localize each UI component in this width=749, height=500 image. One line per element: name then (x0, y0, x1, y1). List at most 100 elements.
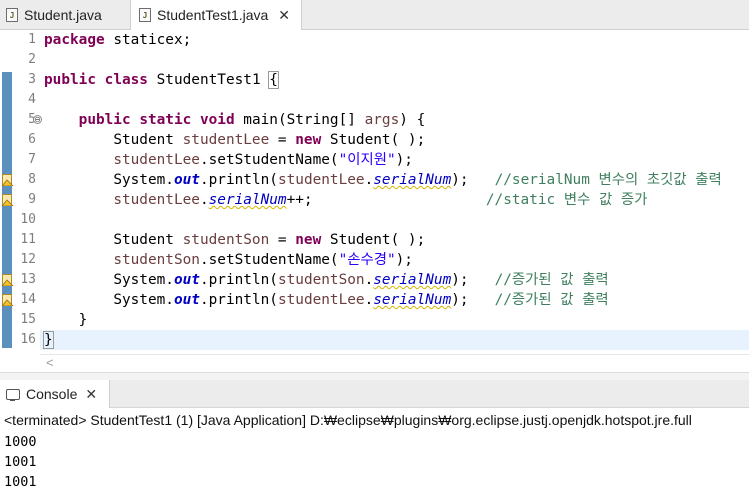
code-text: ++; (286, 192, 313, 208)
code-text: .println( (199, 272, 278, 288)
console-status: <terminated> StudentTest1 (1) [Java Appl… (4, 412, 692, 428)
tab-console[interactable]: Console ✕ (0, 380, 110, 408)
code-text: . (364, 272, 374, 288)
comment: //증가된 값 출력 (494, 292, 609, 308)
line-number: 1 (28, 32, 36, 47)
keyword: new (295, 132, 322, 148)
keyword: public (44, 72, 96, 88)
code-line-16: } (43, 330, 54, 350)
code-line-9: studentLee.serialNum++; //static 변수 값 증가 (44, 190, 647, 210)
scroll-left-arrow[interactable]: < (46, 355, 54, 370)
warning-icon[interactable] (2, 194, 14, 206)
static-field: serialNum (208, 192, 287, 208)
java-file-icon: J (139, 8, 151, 22)
local-variable: studentSon (182, 232, 270, 248)
close-icon[interactable]: ✕ (278, 7, 290, 24)
warning-icon[interactable] (2, 274, 14, 286)
code-text: Student (113, 132, 183, 148)
code-text: . (199, 192, 209, 208)
local-variable: studentSon (277, 272, 365, 288)
code-text: ) { (399, 112, 426, 128)
comment: //serialNum 변수의 초깃값 출력 (494, 172, 722, 188)
console-output-line: 1000 (4, 434, 37, 450)
fold-icon[interactable]: ⊖ (33, 115, 42, 124)
code-text: Student( ); (321, 132, 426, 148)
code-text: = (269, 132, 296, 148)
line-number: 10 (20, 212, 36, 227)
code-text: . (364, 172, 374, 188)
line-number: 15 (20, 312, 36, 327)
warning-icon[interactable] (2, 294, 14, 306)
code-line-15: } (44, 310, 88, 330)
keyword: class (104, 72, 148, 88)
code-text: System. (113, 292, 174, 308)
code-text: ); (451, 292, 495, 308)
text-caret (52, 332, 54, 348)
close-icon[interactable]: ✕ (85, 386, 97, 403)
keyword: public (78, 112, 131, 128)
code-text: = (269, 232, 296, 248)
code-line-3: public class StudentTest1 { (44, 70, 279, 90)
comment: //증가된 값 출력 (494, 272, 609, 288)
code-text: .setStudentName( (199, 152, 339, 168)
local-variable: studentLee (277, 292, 365, 308)
tab-label: Student.java (24, 7, 102, 23)
static-field: serialNum (373, 172, 452, 188)
local-variable: studentLee (277, 172, 365, 188)
keyword: static (139, 112, 192, 128)
parameter: args (364, 112, 400, 128)
java-file-icon: J (6, 8, 18, 22)
static-field: out (173, 272, 200, 288)
line-number: 13 (20, 272, 36, 287)
line-number: 9 (28, 192, 36, 207)
code-text: Student( ); (321, 232, 426, 248)
code-line-13: System.out.println(studentSon.serialNum)… (44, 270, 609, 290)
line-number: 8 (28, 172, 36, 187)
keyword: package (44, 32, 105, 48)
code-line-12: studentSon.setStudentName("손수경"); (44, 250, 413, 270)
code-text: ); (451, 172, 495, 188)
warning-icon[interactable] (2, 174, 14, 186)
line-number: 16 (20, 332, 36, 347)
code-text: .setStudentName( (199, 252, 339, 268)
code-line-6: Student studentLee = new Student( ); (44, 130, 425, 150)
code-text: . (364, 292, 374, 308)
tab-student-java[interactable]: J Student.java (0, 0, 130, 30)
horizontal-scrollbar[interactable]: < (40, 354, 749, 373)
keyword: void (199, 112, 235, 128)
console-icon (6, 388, 20, 401)
comment: //static 변수 값 증가 (485, 192, 648, 208)
code-text: StudentTest1 (147, 72, 270, 88)
string-literal: "이지원" (338, 152, 396, 168)
console-output-line: 1001 (4, 454, 37, 470)
matching-bracket: } (43, 331, 54, 349)
code-text: } (78, 312, 88, 328)
static-field: out (173, 292, 200, 308)
code-line-1: package staticex; (44, 30, 191, 50)
console-tab-label: Console (26, 386, 78, 402)
line-number: 12 (20, 252, 36, 267)
line-number: 2 (28, 52, 36, 67)
code-text: Student (113, 232, 183, 248)
code-editor[interactable]: 1 2 3 4 5 6 7 8 9 10 11 12 13 14 15 16 ⊖… (0, 30, 749, 370)
code-text: main(String[] (234, 112, 365, 128)
editor-tab-bar: J Student.java J StudentTest1.java ✕ (0, 0, 749, 30)
local-variable: studentSon (113, 252, 200, 268)
line-number-gutter: 1 2 3 4 5 6 7 8 9 10 11 12 13 14 15 16 (14, 30, 40, 352)
local-variable: studentLee (182, 132, 270, 148)
code-text: ); (395, 152, 413, 168)
code-line-8: System.out.println(studentLee.serialNum)… (44, 170, 722, 190)
local-variable: studentLee (113, 192, 200, 208)
tab-studenttest1-java[interactable]: J StudentTest1.java ✕ (130, 0, 302, 30)
code-text: ); (395, 252, 413, 268)
matching-bracket: { (268, 71, 279, 89)
line-number: 6 (28, 132, 36, 147)
static-field: serialNum (373, 272, 452, 288)
code-text: ); (451, 272, 495, 288)
line-number: 3 (28, 72, 36, 87)
line-number: 11 (20, 232, 36, 247)
console-tab-bar: Console ✕ (0, 380, 749, 408)
